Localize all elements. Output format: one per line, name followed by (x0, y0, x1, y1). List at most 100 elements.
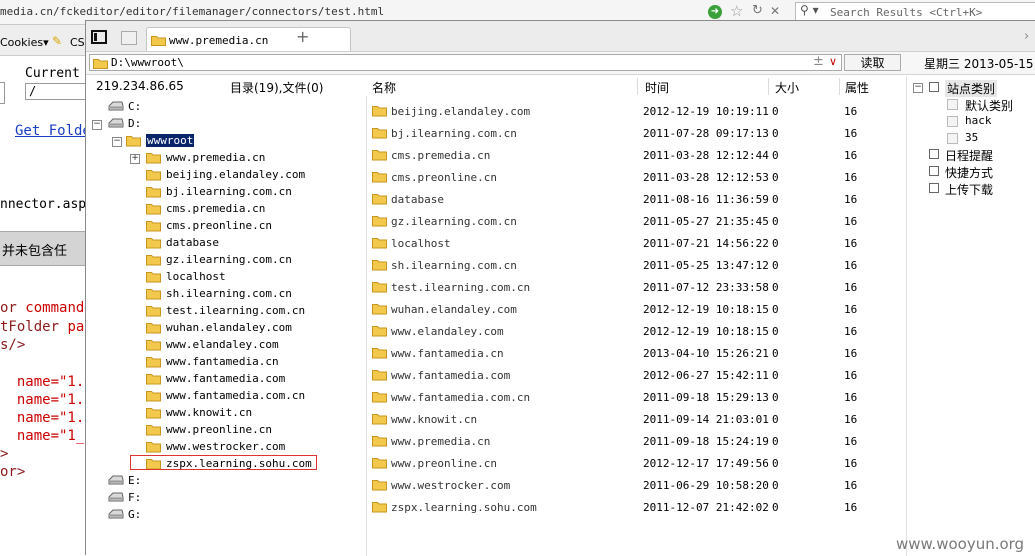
file-name: www.fantamedia.cn (391, 347, 504, 360)
file-name: www.knowit.cn (391, 413, 478, 426)
file-time: 2011-03-28 12:12:44 (643, 149, 769, 162)
folder-icon (146, 253, 161, 269)
notice-box: 并未包含任 (0, 231, 86, 266)
file-row[interactable]: www.fantamedia.com.cn 2011-09-18 15:29:13… (367, 386, 907, 408)
tab-site[interactable]: www.premedia.cn (146, 27, 351, 51)
column-time[interactable]: 时间 (645, 79, 669, 96)
file-row[interactable]: www.elandaley.com 2012-12-19 10:18:15 0 16 (367, 320, 907, 342)
folder-icon (151, 36, 166, 46)
current-folder-label: Current (25, 66, 80, 81)
category-label: 35 (965, 131, 979, 144)
column-name[interactable]: 名称 (372, 79, 396, 96)
folder-icon (372, 392, 387, 403)
stop-icon[interactable]: ✕ (770, 4, 780, 18)
browser-url[interactable]: media.cn/fckeditor/editor/filemanager/co… (0, 5, 384, 18)
folder-tree: C: − D: − wwwroot + www.premedia.cn beijin… (86, 96, 367, 556)
file-row[interactable]: database 2011-08-16 11:36:59 0 16 (367, 188, 907, 210)
file-row[interactable]: beijing.elandaley.com 2012-12-19 10:19:11… (367, 100, 907, 122)
scroll-right-icon[interactable]: › (1024, 29, 1029, 44)
file-time: 2011-07-28 09:17:13 (643, 127, 769, 140)
tab-label: www.premedia.cn (169, 34, 269, 47)
folder-icon (146, 425, 161, 436)
folder-icon (146, 270, 161, 286)
expand-icon[interactable]: + (130, 154, 140, 164)
cs-menu[interactable]: CS (70, 36, 85, 49)
address-input[interactable]: D:\wwwroot\ ± ∨ (89, 54, 842, 71)
folder-icon (372, 324, 387, 340)
file-row[interactable]: www.preonline.cn 2012-12-17 17:49:56 0 16 (367, 452, 907, 474)
collapse-icon[interactable]: − (92, 120, 102, 130)
sidebar-toggle-icon[interactable] (91, 30, 107, 44)
folder-icon (146, 406, 161, 422)
reload-icon[interactable]: ↻ (752, 3, 763, 18)
get-folders-link[interactable]: Get Folde (15, 123, 91, 139)
file-name: www.westrocker.com (391, 479, 511, 492)
file-attr: 16 (844, 281, 858, 294)
collapse-icon[interactable]: − (913, 83, 923, 93)
bookmark-star-icon[interactable]: ☆ (730, 2, 743, 20)
folder-icon (146, 338, 161, 354)
file-attr: 16 (844, 479, 858, 492)
file-time: 2012-12-17 17:49:56 (643, 457, 769, 470)
tree-label: www.westrocker.com (166, 440, 286, 453)
file-row[interactable]: cms.premedia.cn 2011-03-28 12:12:44 0 16 (367, 144, 907, 166)
file-row[interactable]: test.ilearning.com.cn 2011-07-12 23:33:58… (367, 276, 907, 298)
folder-icon (146, 306, 161, 317)
column-divider[interactable] (768, 78, 769, 95)
xml-line: > (0, 446, 9, 462)
read-button[interactable]: 读取 (844, 54, 901, 71)
collapse-icon[interactable]: − (112, 137, 122, 147)
grid-view-icon[interactable] (121, 31, 137, 45)
file-time: 2012-06-27 15:42:11 (643, 369, 769, 382)
chevron-down-icon[interactable]: ∨ (829, 55, 837, 68)
file-row[interactable]: zspx.learning.sohu.com 2011-12-07 21:42:0… (367, 496, 907, 518)
file-row[interactable]: www.westrocker.com 2011-06-29 10:58:20 0 16 (367, 474, 907, 496)
add-icon[interactable]: ± (813, 54, 824, 69)
folder-icon (372, 302, 387, 318)
cookies-label: Cookies (0, 36, 44, 49)
category-icon (947, 99, 958, 110)
folder-icon (146, 170, 161, 181)
file-name: test.ilearning.com.cn (391, 281, 531, 294)
go-icon[interactable]: ➜ (708, 5, 722, 19)
file-attr: 16 (844, 127, 858, 140)
file-row[interactable]: gz.ilearning.com.cn 2011-05-27 21:35:45 0 1… (367, 210, 907, 232)
connector-text: nnector.asp (0, 197, 87, 212)
search-icon: ⚲ ▾ (800, 3, 819, 17)
column-attr[interactable]: 属性 (845, 79, 869, 96)
xml-attr-line: name="1.a (16, 392, 93, 408)
file-row[interactable]: sh.ilearning.com.cn 2011-05-25 13:47:12 0 1… (367, 254, 907, 276)
file-row[interactable]: www.fantamedia.com 2012-06-27 15:42:11 0 16 (367, 364, 907, 386)
file-row[interactable]: localhost 2011-07-21 14:56:22 0 16 (367, 232, 907, 254)
file-size: 0 (772, 347, 779, 360)
file-row[interactable]: wuhan.elandaley.com 2012-12-19 10:18:15 0 1… (367, 298, 907, 320)
folder-icon (146, 304, 161, 320)
folder-icon (146, 289, 161, 300)
column-divider[interactable] (839, 78, 840, 95)
file-row[interactable]: www.premedia.cn 2011-09-18 15:24:19 0 16 (367, 430, 907, 452)
file-row[interactable]: cms.preonline.cn 2011-03-28 12:12:53 0 16 (367, 166, 907, 188)
file-row[interactable]: www.fantamedia.cn 2013-04-10 15:26:21 0 16 (367, 342, 907, 364)
item-counts: 目录(19),文件(0) (230, 81, 324, 95)
column-divider[interactable] (637, 78, 638, 95)
cookies-menu[interactable]: Cookies▾ (0, 36, 49, 49)
file-row[interactable]: bj.ilearning.com.cn 2011-07-28 09:17:13 0 1… (367, 122, 907, 144)
file-list: 名称 时间 大小 属性 beijing.elandaley.com 2012-12… (367, 76, 907, 556)
drive-icon (108, 101, 124, 111)
tree-label: www.knowit.cn (166, 406, 253, 419)
folder-icon (372, 502, 387, 513)
tree-label: www.premedia.cn (166, 151, 266, 164)
folder-icon (372, 370, 387, 381)
file-name: gz.ilearning.com.cn (391, 215, 517, 228)
folder-icon (146, 323, 161, 334)
category-label: 默认类别 (965, 99, 1014, 113)
file-row[interactable]: www.knowit.cn 2011-09-14 21:03:01 0 16 (367, 408, 907, 430)
folder-icon (372, 170, 387, 186)
file-time: 2011-09-18 15:29:13 (643, 391, 769, 404)
folder-icon (146, 321, 161, 337)
watermark: www.wooyun.org (896, 535, 1025, 553)
folder-icon (372, 282, 387, 293)
column-size[interactable]: 大小 (775, 79, 799, 96)
current-folder-input[interactable]: / (25, 83, 87, 100)
new-tab-icon[interactable]: + (296, 27, 309, 46)
